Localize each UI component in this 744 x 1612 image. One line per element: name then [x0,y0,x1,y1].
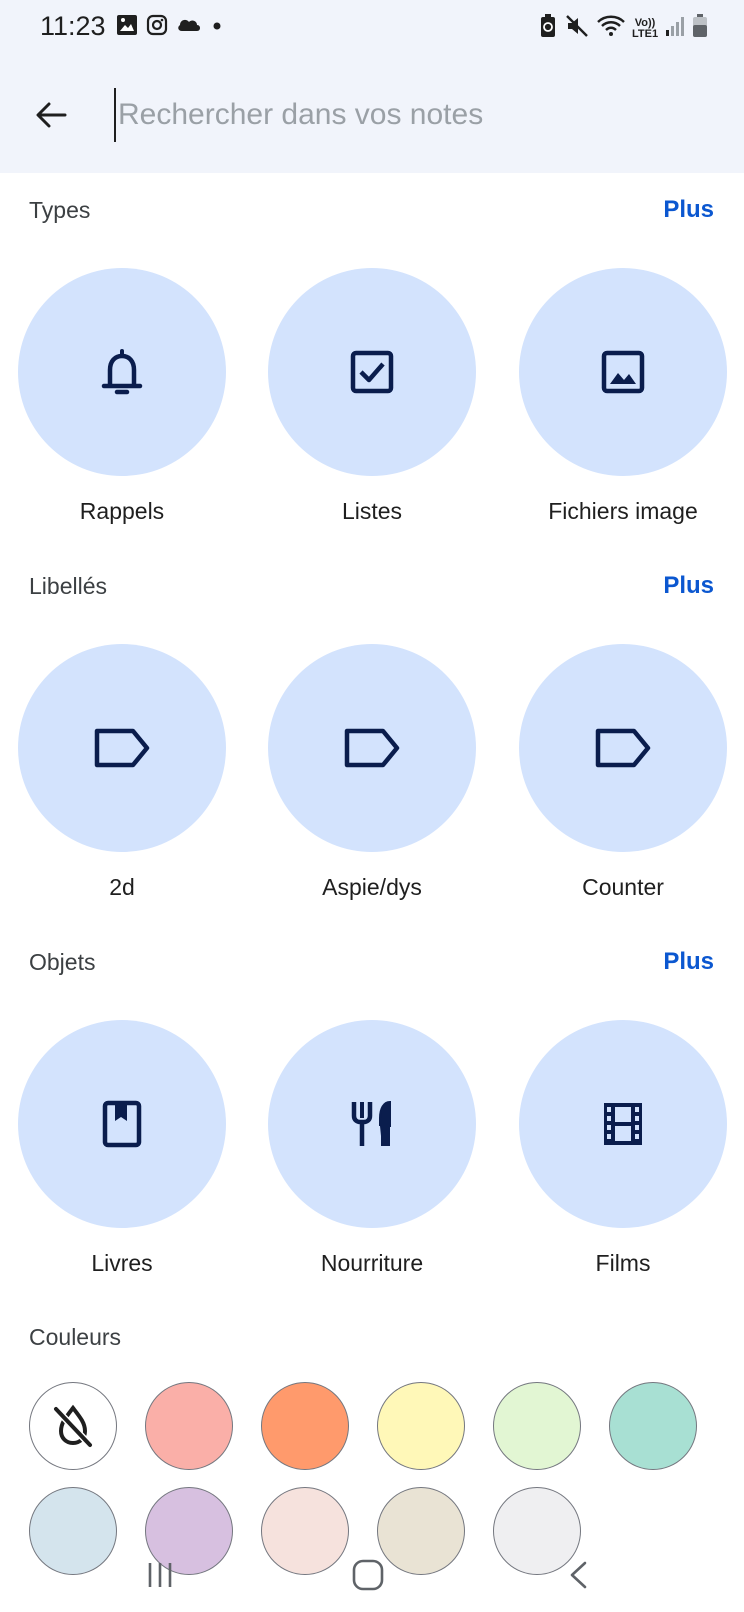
back-button[interactable] [24,88,78,142]
arrow-back-icon [36,102,67,128]
types-section-header: Types Plus [0,191,744,231]
tile-label: Films [595,1250,651,1276]
objects-title: Objets [29,949,96,975]
tile-label: 2d [109,874,135,900]
tile-label: Listes [341,498,403,524]
film-icon [604,1103,642,1145]
colors-section-header: Couleurs [0,1318,744,1358]
tile-label-2d[interactable]: 2d [18,644,226,901]
dot-icon [210,14,224,41]
recents-button[interactable] [130,1550,190,1600]
color-swatch-teal[interactable] [609,1382,697,1470]
gallery-icon [116,14,138,41]
volte-icon: Vo)) LTE1 [632,16,659,40]
color-swatch-orange[interactable] [261,1382,349,1470]
instagram-icon [146,14,168,41]
labels-title: Libellés [29,573,107,599]
food-icon [351,1100,391,1146]
mute-icon [564,13,590,44]
tile-lists[interactable]: Listes [268,268,476,525]
nav-bar [0,1540,744,1612]
tile-images[interactable]: Fichiers image [519,268,727,525]
tile-food-circle[interactable] [268,1020,476,1228]
tile-label: Nourriture [320,1250,424,1276]
tile-reminders-circle[interactable] [18,268,226,476]
types-more-button[interactable]: Plus [663,196,714,224]
no-color-icon [53,1404,93,1448]
cloud-icon [176,14,202,41]
search-bar [0,58,744,173]
label-icon [344,728,400,768]
color-swatch-none[interactable] [29,1382,117,1470]
color-swatch-yellow[interactable] [377,1382,465,1470]
tile-label: Counter [582,874,664,900]
types-title: Types [29,197,91,223]
home-button[interactable] [338,1550,398,1600]
color-swatch-red[interactable] [145,1382,233,1470]
home-icon [352,1559,384,1591]
labels-section-header: Libellés Plus [0,567,744,607]
checkbox-icon [350,350,394,394]
objects-section-header: Objets Plus [0,943,744,983]
label-icon [94,728,150,768]
wifi-icon [596,13,626,44]
status-right-icons: Vo)) LTE1 [538,13,708,44]
tile-films-circle[interactable] [519,1020,727,1228]
tile-images-circle[interactable] [519,268,727,476]
tile-label: Aspie/dys [322,874,422,900]
tile-food[interactable]: Nourriture [268,1020,476,1277]
back-nav-icon [570,1561,587,1589]
tile-label: Livres [91,1250,153,1276]
tile-books-circle[interactable] [18,1020,226,1228]
colors-title: Couleurs [29,1324,122,1350]
tile-label-aspie-circle[interactable] [268,644,476,852]
status-time: 11:23 [40,11,106,41]
recents-icon [148,1563,172,1587]
color-swatch-green[interactable] [493,1382,581,1470]
tile-label-counter[interactable]: Counter [519,644,727,901]
tile-reminders[interactable]: Rappels [18,268,226,525]
tile-lists-circle[interactable] [268,268,476,476]
bell-icon [101,349,143,395]
signal-icon [664,14,686,43]
battery-icon [692,13,708,44]
tile-label-counter-circle[interactable] [519,644,727,852]
status-left-icons [116,14,224,41]
tile-label-aspie[interactable]: Aspie/dys [268,644,476,901]
image-icon [601,350,645,394]
tile-label-2d-circle[interactable] [18,644,226,852]
tile-books[interactable]: Livres [18,1020,226,1277]
search-input[interactable] [114,88,718,142]
tile-label: Rappels [79,498,165,524]
label-icon [595,728,651,768]
status-bar: 11:23 Vo)) LTE1 [0,0,744,58]
back-nav-button[interactable] [548,1550,608,1600]
tile-label: Fichiers image [548,498,698,524]
objects-more-button[interactable]: Plus [663,948,714,976]
labels-more-button[interactable]: Plus [663,572,714,600]
book-icon [102,1100,142,1148]
battery-saver-icon [538,13,558,44]
tile-films[interactable]: Films [519,1020,727,1277]
